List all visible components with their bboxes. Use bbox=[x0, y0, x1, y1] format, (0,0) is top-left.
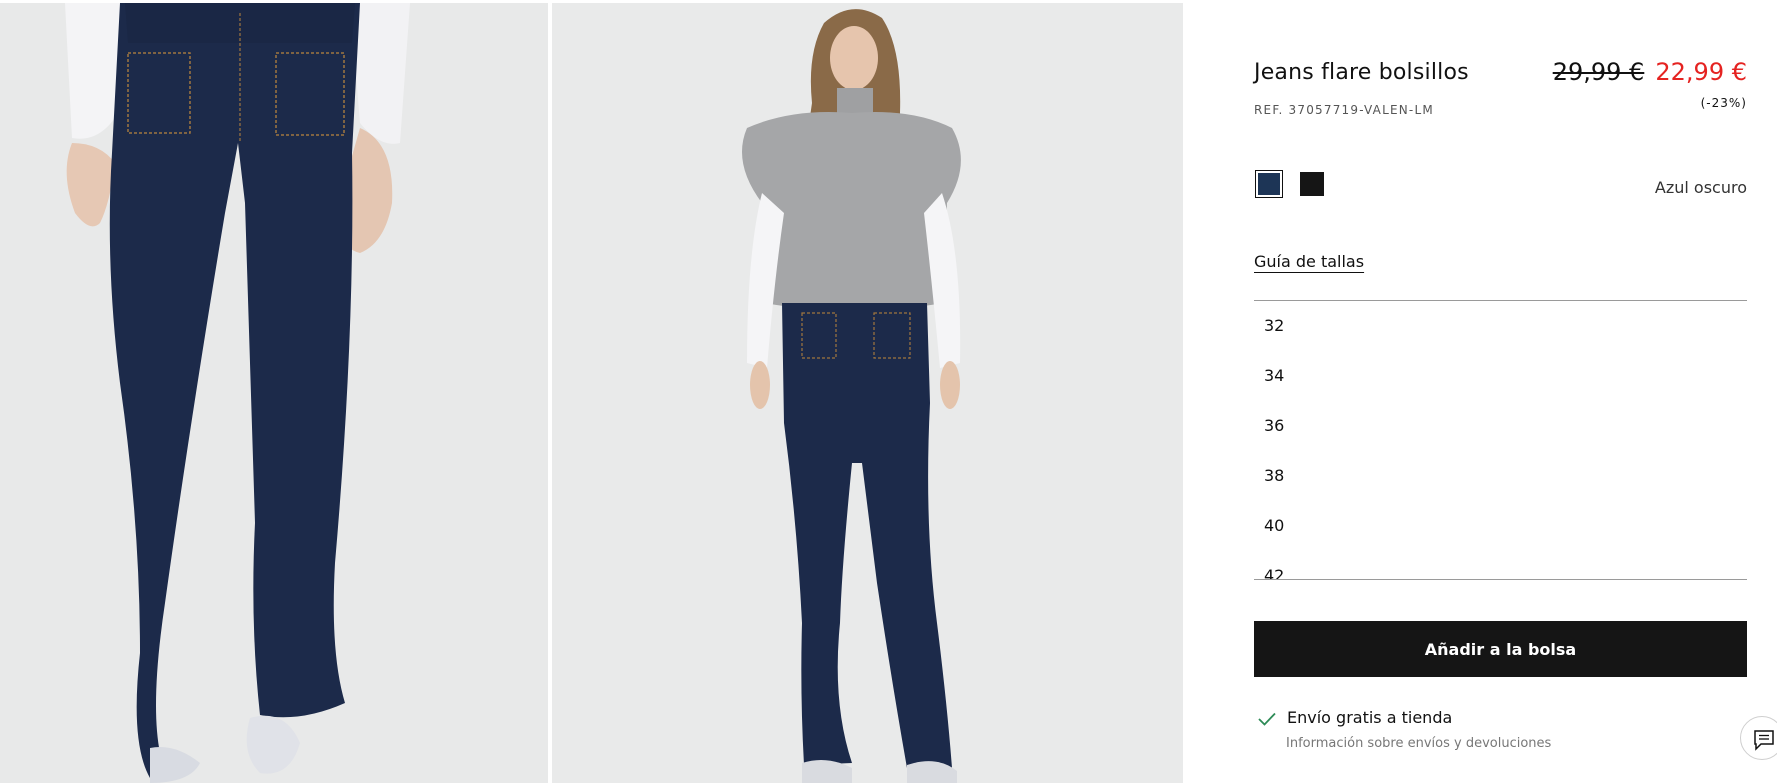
size-option[interactable]: 42 bbox=[1264, 566, 1284, 579]
jeans-closeup-photo[interactable] bbox=[0, 3, 548, 783]
model-illustration bbox=[552, 3, 1183, 783]
color-swatch-black[interactable] bbox=[1300, 172, 1324, 196]
product-info-panel: Jeans flare bolsillos REF. 37057719-VALE… bbox=[1254, 0, 1747, 783]
product-page: Jeans flare bolsillos REF. 37057719-VALE… bbox=[0, 0, 1777, 783]
size-option[interactable]: 38 bbox=[1264, 466, 1284, 485]
size-option[interactable]: 40 bbox=[1264, 516, 1284, 535]
size-option[interactable]: 32 bbox=[1264, 316, 1284, 335]
chat-button[interactable] bbox=[1740, 716, 1777, 760]
model-full-body-photo[interactable] bbox=[552, 3, 1183, 783]
add-to-bag-button[interactable]: Añadir a la bolsa bbox=[1254, 621, 1747, 677]
product-reference: REF. 37057719-VALEN-LM bbox=[1254, 103, 1434, 117]
price-block: 29,99 € 22,99 € bbox=[1553, 58, 1747, 86]
discount-badge: (-23%) bbox=[1700, 96, 1747, 110]
product-title: Jeans flare bolsillos bbox=[1254, 60, 1469, 85]
free-shipping-text: Envío gratis a tienda bbox=[1287, 708, 1453, 727]
size-guide-link[interactable]: Guía de tallas bbox=[1254, 252, 1364, 271]
color-swatch-fill bbox=[1258, 173, 1280, 195]
original-price: 29,99 € bbox=[1552, 58, 1645, 86]
chat-icon bbox=[1754, 730, 1774, 751]
sale-price: 22,99 € bbox=[1655, 58, 1747, 86]
size-option[interactable]: 34 bbox=[1264, 366, 1284, 385]
check-icon bbox=[1258, 712, 1276, 726]
product-gallery bbox=[0, 3, 1183, 783]
selected-color-name: Azul oscuro bbox=[1654, 178, 1747, 197]
shipping-returns-link[interactable]: Información sobre envíos y devoluciones bbox=[1286, 736, 1551, 751]
size-option[interactable]: 36 bbox=[1264, 416, 1284, 435]
color-swatch-dark-blue[interactable] bbox=[1255, 170, 1283, 198]
size-list[interactable]: 32 34 36 38 40 42 bbox=[1254, 300, 1747, 580]
jeans-closeup-illustration bbox=[0, 3, 548, 783]
